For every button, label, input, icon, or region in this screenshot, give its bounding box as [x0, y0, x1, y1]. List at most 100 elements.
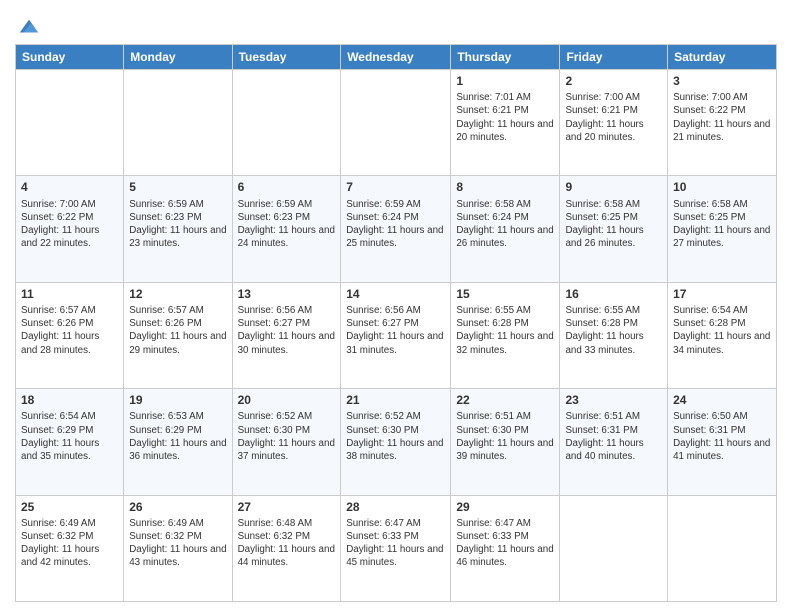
day-info: Sunrise: 6:58 AM Sunset: 6:25 PM Dayligh…: [673, 198, 771, 251]
day-info: Sunrise: 6:58 AM Sunset: 6:25 PM Dayligh…: [565, 198, 662, 251]
day-number: 23: [565, 392, 662, 408]
day-cell: 21 Sunrise: 6:52 AM Sunset: 6:30 PM Dayli…: [341, 389, 451, 495]
col-header-tuesday: Tuesday: [232, 45, 341, 70]
day-cell: 16 Sunrise: 6:55 AM Sunset: 6:28 PM Dayli…: [560, 282, 668, 388]
day-number: 14: [346, 286, 445, 302]
day-cell: 18 Sunrise: 6:54 AM Sunset: 6:29 PM Dayli…: [16, 389, 124, 495]
day-info: Sunrise: 6:56 AM Sunset: 6:27 PM Dayligh…: [238, 304, 336, 357]
day-number: 29: [456, 499, 554, 515]
day-number: 4: [21, 179, 118, 195]
day-cell: [16, 70, 124, 176]
day-cell: [232, 70, 341, 176]
day-cell: 14 Sunrise: 6:56 AM Sunset: 6:27 PM Dayli…: [341, 282, 451, 388]
day-cell: 11 Sunrise: 6:57 AM Sunset: 6:26 PM Dayli…: [16, 282, 124, 388]
day-info: Sunrise: 6:53 AM Sunset: 6:29 PM Dayligh…: [129, 410, 226, 463]
day-number: 15: [456, 286, 554, 302]
day-info: Sunrise: 7:01 AM Sunset: 6:21 PM Dayligh…: [456, 91, 554, 144]
calendar-header-row: SundayMondayTuesdayWednesdayThursdayFrid…: [16, 45, 777, 70]
day-cell: 27Sunrise: 6:48 AM Sunset: 6:32 PM Dayli…: [232, 495, 341, 601]
day-info: Sunrise: 6:55 AM Sunset: 6:28 PM Dayligh…: [565, 304, 662, 357]
day-info: Sunrise: 6:59 AM Sunset: 6:23 PM Dayligh…: [129, 198, 226, 251]
day-number: 25: [21, 499, 118, 515]
week-row-3: 11 Sunrise: 6:57 AM Sunset: 6:26 PM Dayli…: [16, 282, 777, 388]
day-cell: 2 Sunrise: 7:00 AM Sunset: 6:21 PM Daylig…: [560, 70, 668, 176]
week-row-2: 4 Sunrise: 7:00 AM Sunset: 6:22 PM Daylig…: [16, 176, 777, 282]
day-number: 3: [673, 73, 771, 89]
logo-icon: [18, 16, 40, 38]
day-info: Sunrise: 7:00 AM Sunset: 6:22 PM Dayligh…: [673, 91, 771, 144]
col-header-friday: Friday: [560, 45, 668, 70]
day-info: Sunrise: 6:50 AM Sunset: 6:31 PM Dayligh…: [673, 410, 771, 463]
col-header-monday: Monday: [124, 45, 232, 70]
col-header-sunday: Sunday: [16, 45, 124, 70]
day-info: Sunrise: 6:51 AM Sunset: 6:31 PM Dayligh…: [565, 410, 662, 463]
day-cell: [124, 70, 232, 176]
week-row-1: 1 Sunrise: 7:01 AM Sunset: 6:21 PM Daylig…: [16, 70, 777, 176]
day-number: 24: [673, 392, 771, 408]
day-info: Sunrise: 6:58 AM Sunset: 6:24 PM Dayligh…: [456, 198, 554, 251]
day-number: 11: [21, 286, 118, 302]
col-header-thursday: Thursday: [451, 45, 560, 70]
day-info: Sunrise: 6:47 AM Sunset: 6:33 PM Dayligh…: [456, 517, 554, 570]
day-info: Sunrise: 6:47 AM Sunset: 6:33 PM Dayligh…: [346, 517, 445, 570]
day-number: 13: [238, 286, 336, 302]
day-number: 12: [129, 286, 226, 302]
day-number: 1: [456, 73, 554, 89]
day-cell: 24 Sunrise: 6:50 AM Sunset: 6:31 PM Dayli…: [668, 389, 777, 495]
day-cell: 4 Sunrise: 7:00 AM Sunset: 6:22 PM Daylig…: [16, 176, 124, 282]
day-number: 18: [21, 392, 118, 408]
day-cell: 10 Sunrise: 6:58 AM Sunset: 6:25 PM Dayli…: [668, 176, 777, 282]
calendar-table: SundayMondayTuesdayWednesdayThursdayFrid…: [15, 44, 777, 602]
day-number: 21: [346, 392, 445, 408]
day-number: 9: [565, 179, 662, 195]
day-info: Sunrise: 7:00 AM Sunset: 6:21 PM Dayligh…: [565, 91, 662, 144]
day-info: Sunrise: 6:54 AM Sunset: 6:29 PM Dayligh…: [21, 410, 118, 463]
day-cell: 5 Sunrise: 6:59 AM Sunset: 6:23 PM Daylig…: [124, 176, 232, 282]
day-number: 28: [346, 499, 445, 515]
col-header-saturday: Saturday: [668, 45, 777, 70]
day-cell: 29 Sunrise: 6:47 AM Sunset: 6:33 PM Dayli…: [451, 495, 560, 601]
day-cell: 1 Sunrise: 7:01 AM Sunset: 6:21 PM Daylig…: [451, 70, 560, 176]
day-number: 5: [129, 179, 226, 195]
day-info: Sunrise: 6:49 AM Sunset: 6:32 PM Dayligh…: [21, 517, 118, 570]
day-info: Sunrise: 6:48 AM Sunset: 6:32 PM Dayligh…: [238, 517, 336, 570]
logo: [15, 14, 40, 38]
day-info: Sunrise: 6:57 AM Sunset: 6:26 PM Dayligh…: [21, 304, 118, 357]
day-info: Sunrise: 6:59 AM Sunset: 6:24 PM Dayligh…: [346, 198, 445, 251]
day-info: Sunrise: 6:51 AM Sunset: 6:30 PM Dayligh…: [456, 410, 554, 463]
day-cell: 9 Sunrise: 6:58 AM Sunset: 6:25 PM Daylig…: [560, 176, 668, 282]
day-cell: 19 Sunrise: 6:53 AM Sunset: 6:29 PM Dayli…: [124, 389, 232, 495]
day-info: Sunrise: 6:52 AM Sunset: 6:30 PM Dayligh…: [346, 410, 445, 463]
day-cell: 22 Sunrise: 6:51 AM Sunset: 6:30 PM Dayli…: [451, 389, 560, 495]
day-cell: 28 Sunrise: 6:47 AM Sunset: 6:33 PM Dayli…: [341, 495, 451, 601]
day-cell: 7 Sunrise: 6:59 AM Sunset: 6:24 PM Daylig…: [341, 176, 451, 282]
day-info: Sunrise: 7:00 AM Sunset: 6:22 PM Dayligh…: [21, 198, 118, 251]
day-number: 10: [673, 179, 771, 195]
day-number: 17: [673, 286, 771, 302]
day-cell: 15Sunrise: 6:55 AM Sunset: 6:28 PM Dayli…: [451, 282, 560, 388]
week-row-4: 18 Sunrise: 6:54 AM Sunset: 6:29 PM Dayli…: [16, 389, 777, 495]
day-info: Sunrise: 6:54 AM Sunset: 6:28 PM Dayligh…: [673, 304, 771, 357]
day-number: 26: [129, 499, 226, 515]
day-number: 16: [565, 286, 662, 302]
day-info: Sunrise: 6:56 AM Sunset: 6:27 PM Dayligh…: [346, 304, 445, 357]
day-number: 7: [346, 179, 445, 195]
week-row-5: 25 Sunrise: 6:49 AM Sunset: 6:32 PM Dayli…: [16, 495, 777, 601]
page: SundayMondayTuesdayWednesdayThursdayFrid…: [0, 0, 792, 612]
day-cell: [341, 70, 451, 176]
day-cell: [668, 495, 777, 601]
day-number: 19: [129, 392, 226, 408]
header: [15, 10, 777, 38]
day-cell: 23 Sunrise: 6:51 AM Sunset: 6:31 PM Dayli…: [560, 389, 668, 495]
day-number: 6: [238, 179, 336, 195]
day-cell: 13 Sunrise: 6:56 AM Sunset: 6:27 PM Dayli…: [232, 282, 341, 388]
day-info: Sunrise: 6:52 AM Sunset: 6:30 PM Dayligh…: [238, 410, 336, 463]
col-header-wednesday: Wednesday: [341, 45, 451, 70]
day-info: Sunrise: 6:57 AM Sunset: 6:26 PM Dayligh…: [129, 304, 226, 357]
day-number: 2: [565, 73, 662, 89]
day-cell: 8Sunrise: 6:58 AM Sunset: 6:24 PM Daylig…: [451, 176, 560, 282]
day-cell: 3 Sunrise: 7:00 AM Sunset: 6:22 PM Daylig…: [668, 70, 777, 176]
day-number: 22: [456, 392, 554, 408]
day-cell: [560, 495, 668, 601]
day-number: 20: [238, 392, 336, 408]
